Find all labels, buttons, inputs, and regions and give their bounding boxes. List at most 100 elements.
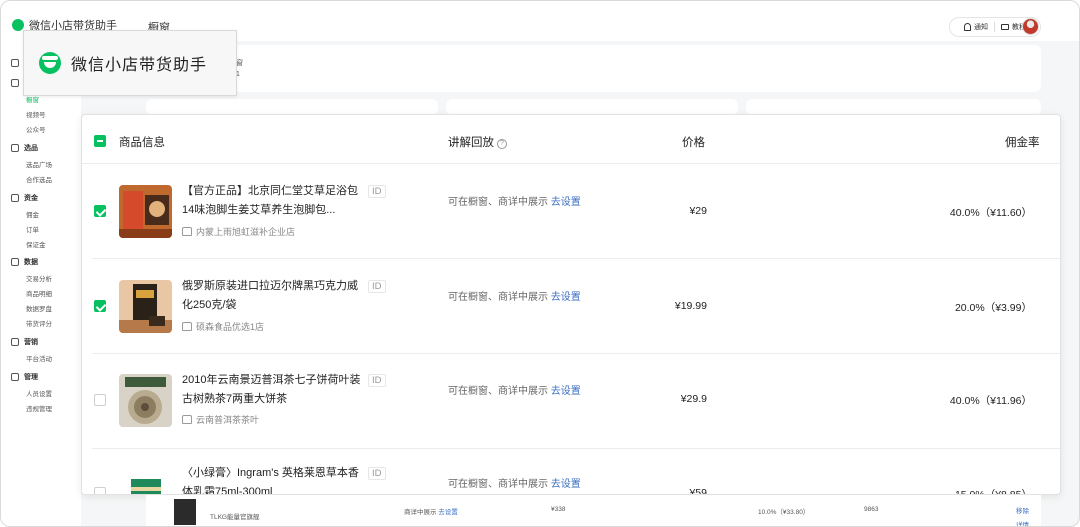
product-commission: 40.0%（¥11.60） xyxy=(949,207,1032,219)
shop-info: 云南普洱茶茶叶 xyxy=(182,413,259,426)
product-name[interactable]: 〈小绿膏〉Ingram's 英格莱恩草本香体乳霜75ml-300ml xyxy=(182,464,362,494)
sidebar-item-official[interactable]: 公众号 xyxy=(26,124,46,134)
notify-button[interactable]: 通知 xyxy=(958,22,994,32)
app-window: 微信小店带货助手 橱窗 通知 教程 橱窗 视频号 公众号 选品 选品广场 合作选… xyxy=(0,0,1080,527)
product-id-badge: ID xyxy=(368,185,386,198)
sidebar-item-detail[interactable]: 商品明细 xyxy=(26,288,52,298)
background-count: 9863 xyxy=(864,506,879,513)
explain-text: 可在橱窗、商详中展示 xyxy=(448,197,548,208)
sidebar-item-trade[interactable]: 交易分析 xyxy=(26,273,52,283)
explain-info: 可在橱窗、商详中展示 去设置 xyxy=(448,476,608,493)
window-icon xyxy=(11,79,19,87)
shop-name: 硕森食品优选1店 xyxy=(196,322,265,332)
data-icon xyxy=(11,258,19,266)
set-link[interactable]: 去设置 xyxy=(551,386,581,397)
product-id-badge: ID xyxy=(368,467,386,480)
background-header-card: 窗 1 xyxy=(146,45,1041,92)
sidebar-window[interactable] xyxy=(11,79,19,87)
sidebar-item-commission[interactable]: 佣金 xyxy=(26,209,39,219)
background-price: ¥338 xyxy=(551,506,566,513)
background-product-image xyxy=(174,499,196,525)
product-commission: 20.0%（¥3.99） xyxy=(954,302,1032,314)
header-commission: 佣金率 xyxy=(1005,137,1040,149)
money-icon xyxy=(11,194,19,202)
header-price: 价格 xyxy=(682,137,705,149)
product-table-panel: 商品信息 讲解回放? 价格 佣金率 【官方正品】北京同仁堂艾草足浴包14味泡脚生… xyxy=(81,114,1061,495)
explain-text: 可在橱窗、商详中展示 xyxy=(448,479,548,490)
sidebar-group-selection[interactable]: 选品 xyxy=(11,143,38,153)
sidebar-group-marketing[interactable]: 营销 xyxy=(11,337,38,347)
product-image[interactable] xyxy=(119,374,172,427)
sidebar-group-label: 资金 xyxy=(24,195,38,202)
background-remove-link[interactable]: 移除 xyxy=(1016,505,1029,515)
avatar[interactable] xyxy=(1022,18,1039,35)
product-id-badge: ID xyxy=(368,280,386,293)
store-icon xyxy=(182,415,192,424)
sidebar-item-deposit[interactable]: 保证金 xyxy=(26,239,46,249)
sidebar-group-label: 管理 xyxy=(24,374,38,381)
product-name[interactable]: 2010年云南景迈普洱茶七子饼荷叶装古树熟茶7两重大饼茶 xyxy=(182,371,362,409)
background-stat-card xyxy=(146,99,438,115)
set-link[interactable]: 去设置 xyxy=(551,197,581,208)
sidebar-item-orders[interactable]: 订单 xyxy=(26,224,39,234)
sidebar-item-violation[interactable]: 违规管理 xyxy=(26,403,52,413)
sidebar-group-data[interactable]: 数据 xyxy=(11,257,38,267)
sidebar-item-square[interactable]: 选品广场 xyxy=(26,159,52,169)
sidebar-home[interactable] xyxy=(11,59,19,67)
background-text: 窗 xyxy=(236,60,243,67)
background-detail-link[interactable]: 详情 xyxy=(1016,519,1029,526)
product-price: ¥19.99 xyxy=(674,300,707,312)
brand-card-title: 微信小店带货助手 xyxy=(71,57,208,74)
table-row[interactable]: 俄罗斯原装进口拉迈尔牌黑巧克力威化250克/袋 ID 硕森食品优选1店 可在橱窗… xyxy=(92,259,1060,354)
row-checkbox[interactable] xyxy=(94,205,106,217)
store-icon xyxy=(182,227,192,236)
set-link[interactable]: 去设置 xyxy=(551,292,581,303)
table-row[interactable]: 【官方正品】北京同仁堂艾草足浴包14味泡脚生姜艾草养生泡脚包... ID 内蒙上… xyxy=(92,164,1060,259)
shop-name: 内蒙上雨旭虹滋补企业店 xyxy=(196,227,296,237)
product-image[interactable] xyxy=(119,280,172,333)
product-name[interactable]: 俄罗斯原装进口拉迈尔牌黑巧克力威化250克/袋 xyxy=(182,277,362,315)
sidebar-item-staff[interactable]: 人员设置 xyxy=(26,388,52,398)
table-row[interactable]: 2010年云南景迈普洱茶七子饼荷叶装古树熟茶7两重大饼茶 ID 云南普洱茶茶叶 … xyxy=(92,354,1060,449)
header-explain: 讲解回放? xyxy=(448,134,507,150)
bag-icon xyxy=(11,144,19,152)
background-set-link[interactable]: 去设置 xyxy=(438,509,458,516)
product-image[interactable] xyxy=(119,185,172,238)
store-icon xyxy=(182,322,192,331)
sidebar-group-label: 选品 xyxy=(24,145,38,152)
explain-info: 可在橱窗、商详中展示 去设置 xyxy=(448,194,608,211)
header-product: 商品信息 xyxy=(119,137,165,149)
sidebar-item-activity[interactable]: 平台活动 xyxy=(26,353,52,363)
row-checkbox[interactable] xyxy=(94,394,106,406)
select-all-checkbox[interactable] xyxy=(94,135,106,147)
sidebar-group-manage[interactable]: 管理 xyxy=(11,372,38,382)
sidebar-group-label: 营销 xyxy=(24,339,38,346)
product-name[interactable]: 【官方正品】北京同仁堂艾草足浴包14味泡脚生姜艾草养生泡脚包... xyxy=(182,182,362,220)
sidebar-item-compass[interactable]: 数据罗盘 xyxy=(26,303,52,313)
marketing-icon xyxy=(11,338,19,346)
help-icon[interactable]: ? xyxy=(497,139,507,149)
book-icon xyxy=(1001,24,1009,30)
manage-icon xyxy=(11,373,19,381)
background-table-row: TLKG能量官旗舰 商详中展示 去设置 ¥338 10.0%（¥33.80） 9… xyxy=(146,495,1041,526)
row-checkbox[interactable] xyxy=(94,487,106,494)
sidebar-group-label: 数据 xyxy=(24,259,38,266)
sidebar-item-score[interactable]: 带货评分 xyxy=(26,318,52,328)
shop-info: 硕森食品优选1店 xyxy=(182,320,264,333)
sidebar-item-channels[interactable]: 视频号 xyxy=(26,109,46,119)
product-price: ¥29 xyxy=(689,205,707,217)
background-commission: 10.0%（¥33.80） xyxy=(758,509,810,516)
sidebar-group-funds[interactable]: 资金 xyxy=(11,193,38,203)
shop-info: 内蒙上雨旭虹滋补企业店 xyxy=(182,225,295,238)
set-link[interactable]: 去设置 xyxy=(551,479,581,490)
bell-icon xyxy=(964,23,971,31)
product-image[interactable] xyxy=(119,467,172,494)
row-checkbox[interactable] xyxy=(94,300,106,312)
explain-text: 可在橱窗、商详中展示 xyxy=(448,386,548,397)
product-commission: 40.0%（¥11.96） xyxy=(949,395,1032,407)
sidebar-item-coop[interactable]: 合作选品 xyxy=(26,174,52,184)
table-header: 商品信息 讲解回放? 价格 佣金率 xyxy=(82,115,1060,164)
table-row[interactable]: 〈小绿膏〉Ingram's 英格莱恩草本香体乳霜75ml-300ml ID 可在… xyxy=(92,449,1060,494)
sidebar: 橱窗 视频号 公众号 选品 选品广场 合作选品 资金 佣金 订单 保证金 数据 … xyxy=(1,41,81,526)
brand-logo-icon xyxy=(39,52,61,74)
